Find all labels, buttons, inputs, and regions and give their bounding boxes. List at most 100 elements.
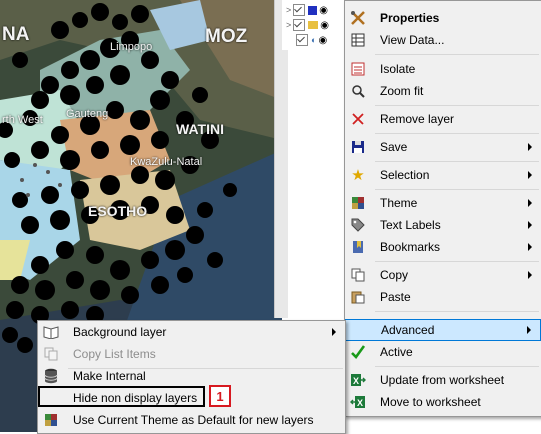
menu-item-label: Zoom fit — [380, 84, 424, 98]
menu-item-view-data[interactable]: View Data... — [345, 29, 541, 51]
submenu-arrow-icon — [528, 171, 532, 179]
map-label-province: Gauteng — [66, 108, 109, 120]
menu-item-advanced[interactable]: Advanced — [345, 319, 541, 341]
tools-icon — [349, 9, 367, 27]
menu-item-label: Active — [380, 345, 413, 359]
menu-item-selection[interactable]: ★ Selection — [345, 164, 541, 186]
menu-item-theme[interactable]: Theme — [345, 192, 541, 214]
layer-tree-row[interactable]: > ◉ — [286, 3, 328, 17]
excel-import-icon: X — [349, 371, 367, 389]
menu-item-paste[interactable]: Paste — [345, 286, 541, 308]
remove-x-icon — [349, 110, 367, 128]
layer-checkbox[interactable] — [293, 19, 306, 31]
menu-item-label: Copy — [380, 268, 409, 282]
map-label-province: KwaZulu-Natal — [130, 156, 203, 168]
map-label-country: MOZ — [205, 26, 248, 47]
menu-item-label: Move to worksheet — [380, 395, 481, 409]
layer-type-icon — [308, 5, 318, 15]
menu-item-text-labels[interactable]: Text Labels — [345, 214, 541, 236]
menu-item-label: View Data... — [380, 33, 445, 47]
layer-tree-row[interactable]: ◐ ◉ — [296, 33, 327, 47]
menu-item-label: Use Current Theme as Default for new lay… — [73, 413, 314, 427]
menu-item-label: Isolate — [380, 62, 416, 76]
advanced-submenu: Background layer Copy List Items Make In… — [37, 320, 346, 434]
map-label-country: WATINI — [176, 121, 224, 137]
layer-checkbox[interactable] — [296, 34, 308, 46]
submenu-arrow-icon — [528, 271, 532, 279]
menu-item-zoom-fit[interactable]: Zoom fit — [345, 80, 541, 102]
menu-item-save[interactable]: Save — [345, 136, 541, 158]
menu-item-copy-list-items[interactable]: Copy List Items — [38, 343, 345, 365]
eye-icon[interactable]: ◉ — [318, 35, 327, 46]
star-icon: ★ — [351, 167, 365, 184]
submenu-arrow-icon — [527, 326, 531, 334]
bookmarks-icon — [349, 238, 367, 256]
menu-item-copy[interactable]: Copy — [345, 264, 541, 286]
map-label-country: ESOTHO — [88, 203, 148, 219]
menu-item-label: Update from worksheet — [380, 373, 505, 387]
menu-item-use-current-theme-default[interactable]: Use Current Theme as Default for new lay… — [38, 409, 345, 431]
callout-highlight-box — [38, 386, 205, 407]
menu-item-update-from-worksheet[interactable]: X Update from worksheet — [345, 369, 541, 391]
menu-item-remove-layer[interactable]: Remove layer — [345, 108, 541, 130]
copy-icon — [349, 266, 367, 284]
submenu-arrow-icon — [528, 199, 532, 207]
theme-icon — [349, 194, 367, 212]
folder-icon — [308, 21, 319, 29]
menu-separator — [375, 261, 539, 262]
theme-default-icon — [42, 411, 60, 429]
menu-item-label: Text Labels — [380, 218, 441, 232]
book-icon — [42, 323, 60, 341]
menu-item-active[interactable]: Active — [345, 341, 541, 363]
menu-item-label: Theme — [380, 196, 418, 210]
menu-item-move-to-worksheet[interactable]: X Move to worksheet — [345, 391, 541, 413]
map-label-province: rth West — [2, 114, 43, 126]
map-label-country: NA — [2, 24, 30, 45]
menu-item-label: Advanced — [381, 323, 435, 337]
menu-item-label: Paste — [380, 290, 411, 304]
floppy-disk-icon — [349, 138, 367, 156]
layer-tree-row[interactable]: > ◉ — [286, 18, 329, 32]
eye-icon[interactable]: ◉ — [320, 20, 329, 31]
map-label-province: Limpopo — [110, 41, 153, 53]
layer-type-icon: ◐ — [311, 35, 317, 45]
svg-text:X: X — [353, 376, 359, 386]
menu-item-label: Background layer — [73, 325, 167, 339]
layer-checkbox[interactable] — [293, 4, 306, 16]
menu-item-isolate[interactable]: Isolate — [345, 58, 541, 80]
svg-text:X: X — [357, 398, 363, 408]
table-icon — [349, 31, 367, 49]
submenu-arrow-icon — [528, 243, 532, 251]
layer-tree: > ◉ > ◉ ◐ ◉ — [282, 0, 342, 50]
menu-item-make-internal[interactable]: Make Internal — [38, 365, 345, 387]
menu-item-label: Save — [380, 140, 408, 154]
menu-item-label: Selection — [380, 168, 430, 182]
excel-export-icon: X — [349, 393, 367, 411]
submenu-arrow-icon — [528, 221, 532, 229]
menu-item-label: Remove layer — [380, 112, 455, 126]
submenu-arrow-icon — [332, 328, 336, 336]
expand-icon[interactable]: > — [286, 5, 291, 15]
layer-context-menu: Properties View Data... Isolate Zoom fit… — [344, 0, 541, 417]
menu-item-label: Copy List Items — [73, 347, 156, 361]
menu-separator — [375, 311, 539, 312]
checkmark-icon — [349, 343, 367, 361]
menu-item-bookmarks[interactable]: Bookmarks — [345, 236, 541, 258]
paste-icon — [349, 288, 367, 306]
menu-item-label: Make Internal — [73, 369, 146, 383]
menu-item-background-layer[interactable]: Background layer — [38, 321, 345, 343]
menu-separator — [375, 189, 539, 190]
callout-number-badge: 1 — [209, 385, 231, 407]
expand-icon[interactable]: > — [286, 20, 291, 30]
menu-item-label: Bookmarks — [380, 240, 441, 254]
copy-list-icon — [42, 345, 60, 363]
menu-item-properties[interactable]: Properties — [345, 7, 541, 29]
tag-icon — [349, 216, 367, 234]
menu-item-label: Properties — [380, 11, 440, 25]
database-icon — [42, 367, 60, 385]
zoom-fit-icon — [349, 82, 367, 100]
eye-icon[interactable]: ◉ — [319, 5, 328, 16]
menu-separator — [375, 105, 539, 106]
menu-separator — [375, 133, 539, 134]
menu-separator — [375, 366, 539, 367]
